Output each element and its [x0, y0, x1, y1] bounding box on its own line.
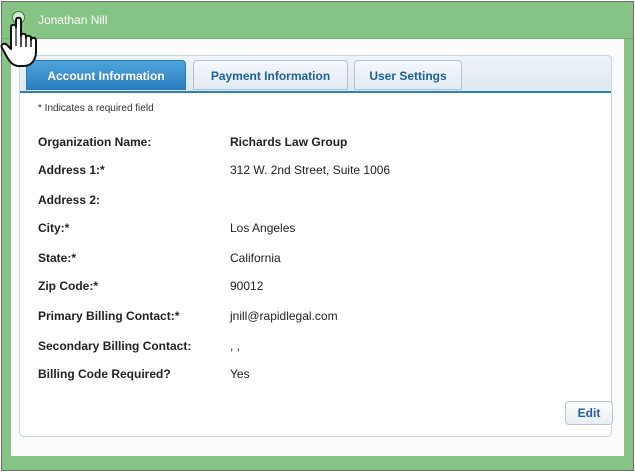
frame-left-border: [2, 39, 11, 460]
required-field-note: * Indicates a required field: [38, 103, 154, 114]
field-label: City:*: [38, 221, 70, 235]
tab-underline: [20, 91, 611, 93]
field-label: Billing Code Required?: [38, 367, 171, 381]
field-value: Richards Law Group: [230, 135, 348, 149]
frame-right-border: [624, 39, 633, 460]
field-value: 312 W. 2nd Street, Suite 1006: [230, 163, 391, 177]
field-value: California: [230, 251, 281, 265]
field-label: Primary Billing Contact:*: [38, 309, 180, 323]
user-header-bar: Jonathan Nill: [2, 2, 633, 39]
tab-user-settings[interactable]: User Settings: [354, 60, 462, 90]
field-label: Zip Code:*: [38, 279, 98, 293]
hand-cursor-icon: [0, 16, 37, 67]
field-label: Address 1:*: [38, 163, 105, 177]
field-label: Address 2:: [38, 193, 101, 207]
edit-button[interactable]: Edit: [565, 401, 613, 425]
tab-account-information[interactable]: Account Information: [26, 60, 186, 90]
field-value: 90012: [230, 279, 264, 293]
tab-payment-information[interactable]: Payment Information: [193, 60, 348, 90]
field-value: Los Angeles: [230, 221, 296, 235]
field-value: Yes: [230, 367, 250, 381]
field-label: Organization Name:: [38, 135, 152, 149]
field-value: , ,: [230, 339, 241, 353]
frame-bottom-border: [2, 456, 633, 470]
field-label: State:*: [38, 251, 77, 265]
user-name: Jonathan Nill: [38, 13, 108, 27]
field-label: Secondary Billing Contact:: [38, 339, 192, 353]
field-value: jnill@rapidlegal.com: [230, 309, 338, 323]
